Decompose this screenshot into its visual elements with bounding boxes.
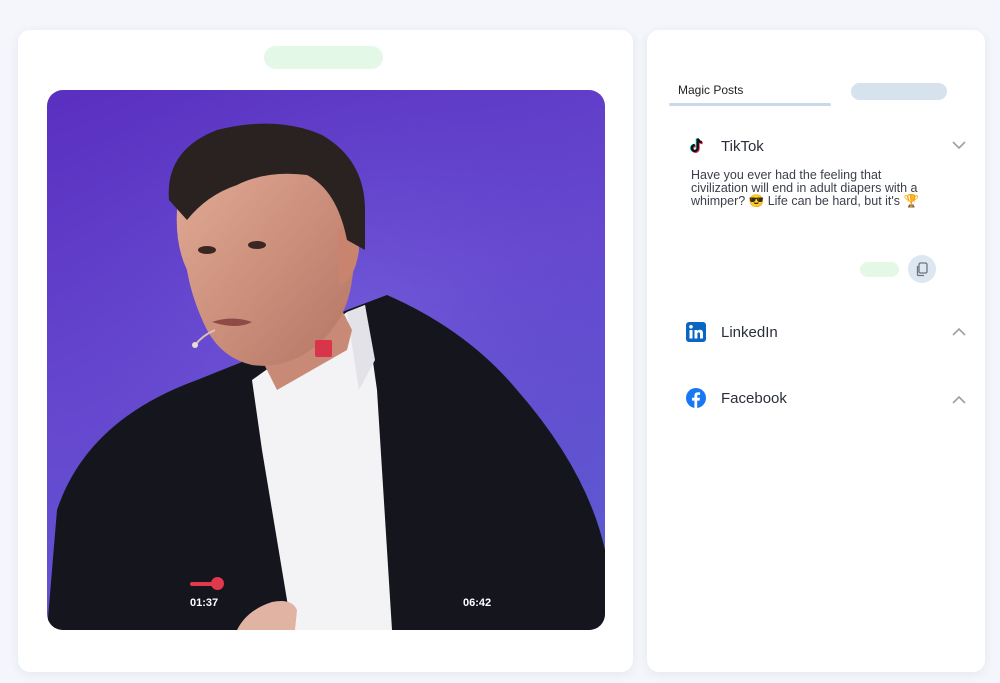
progress-knob[interactable]: [211, 577, 224, 590]
platform-row-facebook[interactable]: Facebook: [685, 387, 787, 409]
posts-panel: Magic Posts TikTok Have you ever had the…: [647, 30, 985, 672]
video-frame: [47, 90, 605, 630]
status-pill: [264, 46, 383, 69]
platform-name-facebook: Facebook: [721, 389, 787, 407]
post-text-tiktok: Have you ever had the feeling that civil…: [691, 168, 920, 208]
chevron-up-icon[interactable]: [951, 327, 967, 337]
platform-row-tiktok[interactable]: TikTok: [685, 135, 764, 157]
facebook-icon: [685, 387, 707, 409]
tab-placeholder[interactable]: [851, 83, 947, 100]
total-time: 06:42: [463, 597, 492, 609]
copy-icon: [916, 262, 928, 277]
copy-button[interactable]: [908, 255, 936, 283]
tiktok-icon: [685, 135, 707, 157]
platform-name-linkedin: LinkedIn: [721, 323, 778, 341]
chevron-up-icon[interactable]: [951, 395, 967, 405]
tab-active-underline: [669, 103, 831, 106]
tab-magic-posts[interactable]: Magic Posts: [678, 83, 743, 97]
platform-name-tiktok: TikTok: [721, 137, 764, 155]
linkedin-icon: [685, 321, 707, 343]
current-time: 01:37: [190, 597, 219, 609]
video-player[interactable]: 01:37 06:42: [47, 90, 605, 630]
video-card: 01:37 06:42: [18, 30, 633, 672]
platform-row-linkedin[interactable]: LinkedIn: [685, 321, 778, 343]
record-indicator: [315, 340, 332, 357]
copy-status-pill: [860, 262, 899, 277]
chevron-down-icon[interactable]: [951, 140, 967, 150]
